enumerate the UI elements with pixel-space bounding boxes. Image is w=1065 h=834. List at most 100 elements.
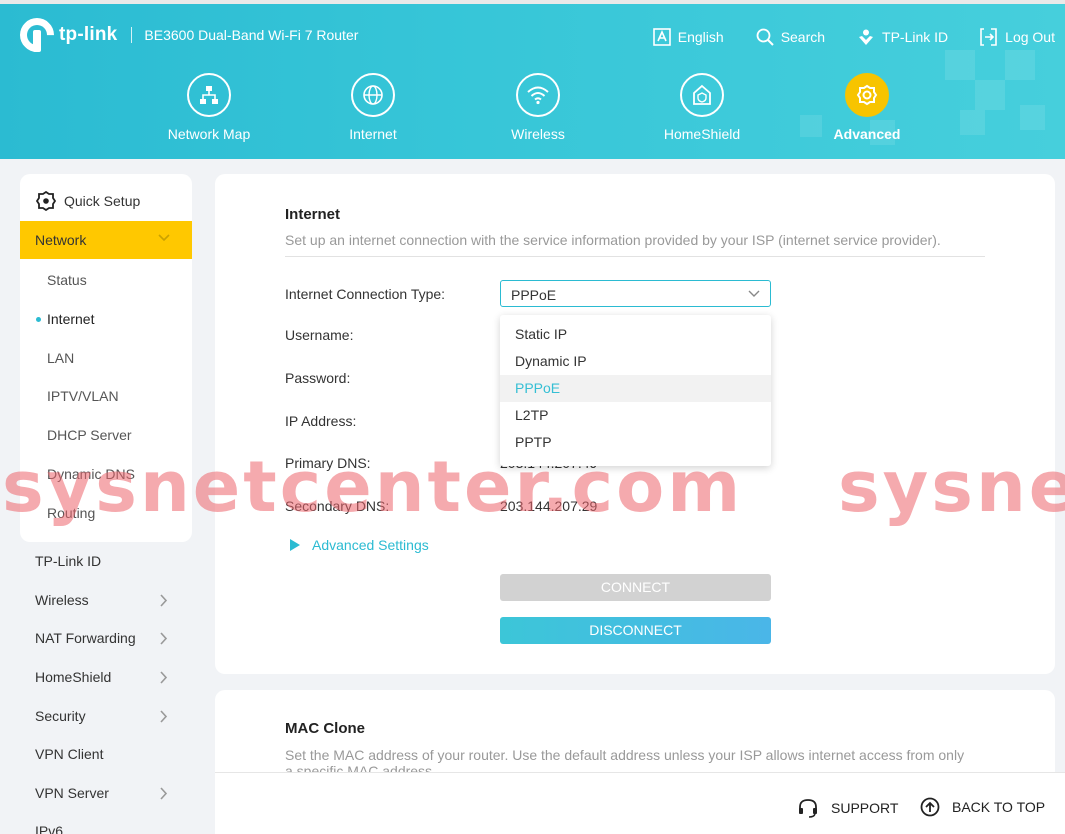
headset-icon <box>799 799 817 818</box>
nav-label-advanced: Advanced <box>833 126 901 142</box>
option-pppoe[interactable]: PPPoE <box>500 375 771 402</box>
sidebar-item-ipv6[interactable]: IPv6 <box>20 812 192 834</box>
sidebar-label-dynamic-dns: Dynamic DNS <box>47 466 135 482</box>
arrow-up-circle-icon <box>920 797 940 817</box>
sidebar-item-vpn-server[interactable]: VPN Server <box>20 774 192 812</box>
language-icon <box>652 28 671 46</box>
section-title-internet: Internet <box>285 206 341 223</box>
sidebar-item-network[interactable]: Network <box>20 221 192 259</box>
logout-icon <box>980 28 997 46</box>
sidebar-label-ipv6: IPv6 <box>35 823 64 834</box>
sidebar-item-iptv-vlan[interactable]: IPTV/VLAN <box>20 377 192 415</box>
primary-dns-label: Primary DNS: <box>285 455 371 471</box>
back-to-top-label: BACK TO TOP <box>952 799 1046 815</box>
top-border <box>0 0 1065 4</box>
sidebar-label-tplink-id: TP-Link ID <box>35 553 102 569</box>
connection-type-select[interactable]: PPPoE <box>500 280 771 307</box>
sidebar-label-quick-setup: Quick Setup <box>64 193 141 209</box>
sidebar-label-vpn-client: VPN Client <box>35 746 104 762</box>
sidebar-label-security: Security <box>35 708 86 724</box>
sidebar-label-network: Network <box>35 232 87 248</box>
chevron-right-icon <box>160 671 168 684</box>
expand-triangle-icon <box>290 539 300 551</box>
sidebar-label-status: Status <box>47 272 87 288</box>
header-bar: tp-link BE3600 Dual-Band Wi-Fi 7 Router … <box>0 0 1065 159</box>
option-dynamic-ip[interactable]: Dynamic IP <box>500 348 771 375</box>
ip-address-label: IP Address: <box>285 413 357 429</box>
sidebar-item-vpn-client[interactable]: VPN Client <box>20 735 192 773</box>
brand-name: tp-link <box>59 24 118 45</box>
username-label: Username: <box>285 327 354 343</box>
nav-label-network-map: Network Map <box>167 126 251 142</box>
wifi-icon <box>527 86 549 105</box>
chevron-down-icon <box>158 234 170 242</box>
nav-internet[interactable]: Internet <box>313 73 433 142</box>
sidebar-item-homeshield[interactable]: HomeShield <box>20 658 192 696</box>
gear-icon <box>856 84 878 106</box>
sidebar-item-dhcp-server[interactable]: DHCP Server <box>20 416 192 454</box>
sidebar-label-routing: Routing <box>47 505 96 521</box>
advanced-settings-toggle[interactable]: Advanced Settings <box>290 537 429 553</box>
active-indicator-dot <box>36 317 41 322</box>
tplink-logo[interactable]: tp-link BE3600 Dual-Band Wi-Fi 7 Router <box>12 10 359 60</box>
sidebar-item-wireless[interactable]: Wireless <box>20 581 192 619</box>
secondary-dns-label: Secondary DNS: <box>285 498 390 514</box>
connection-type-dropdown: Static IP Dynamic IP PPPoE L2TP PPTP <box>500 315 771 466</box>
secondary-dns-value: 203.144.207.29 <box>500 498 598 514</box>
connection-type-label: Internet Connection Type: <box>285 286 446 302</box>
option-l2tp[interactable]: L2TP <box>500 402 771 429</box>
nav-label-homeshield: HomeShield <box>663 126 741 142</box>
section-divider <box>285 256 985 257</box>
sidebar-label-internet: Internet <box>47 311 95 327</box>
password-label: Password: <box>285 370 351 386</box>
support-link[interactable]: SUPPORT <box>797 797 898 819</box>
advanced-settings-label: Advanced Settings <box>312 537 429 553</box>
nav-label-wireless: Wireless <box>511 126 565 142</box>
disconnect-button[interactable]: DISCONNECT <box>500 617 771 644</box>
sidebar-item-nat-forwarding[interactable]: NAT Forwarding <box>20 619 192 657</box>
sidebar-item-security[interactable]: Security <box>20 697 192 735</box>
sidebar-item-lan[interactable]: LAN <box>20 339 192 377</box>
model-name: BE3600 Dual-Band Wi-Fi 7 Router <box>144 27 359 43</box>
tplink-id-icon <box>859 29 874 45</box>
network-map-icon <box>200 86 218 104</box>
homeshield-icon <box>693 84 711 105</box>
option-static-ip[interactable]: Static IP <box>500 321 771 348</box>
back-to-top-link[interactable]: BACK TO TOP <box>920 797 1045 817</box>
connection-type-value: PPPoE <box>511 287 557 303</box>
globe-icon <box>363 85 383 105</box>
quick-setup-icon <box>36 191 56 211</box>
tplink-logo-icon <box>12 10 62 60</box>
tplink-id-label: TP-Link ID <box>882 29 949 45</box>
chevron-right-icon <box>160 594 168 607</box>
nav-advanced[interactable]: Advanced <box>807 73 927 142</box>
language-link[interactable]: English <box>652 28 724 46</box>
sidebar-item-status[interactable]: Status <box>20 261 192 299</box>
sidebar-item-internet[interactable]: Internet <box>20 300 192 338</box>
tplink-id-link[interactable]: TP-Link ID <box>857 28 948 46</box>
sidebar-item-tplink-id[interactable]: TP-Link ID <box>20 542 192 580</box>
nav-network-map[interactable]: Network Map <box>149 73 269 142</box>
chevron-down-icon <box>748 290 760 297</box>
sidebar-item-dynamic-dns[interactable]: Dynamic DNS <box>20 455 192 493</box>
section-title-mac-clone: MAC Clone <box>285 720 365 737</box>
support-label: SUPPORT <box>831 800 899 816</box>
search-label: Search <box>780 29 826 45</box>
logout-link[interactable]: Log Out <box>980 28 1055 46</box>
search-icon <box>756 28 774 46</box>
sidebar-label-nat-forwarding: NAT Forwarding <box>35 630 136 646</box>
option-pptp[interactable]: PPTP <box>500 429 771 456</box>
connect-button[interactable]: CONNECT <box>500 574 771 601</box>
sidebar-item-quick-setup[interactable]: Quick Setup <box>20 182 192 220</box>
section-description-internet: Set up an internet connection with the s… <box>285 232 941 248</box>
sidebar-label-wireless: Wireless <box>35 592 89 608</box>
nav-homeshield[interactable]: HomeShield <box>642 73 762 142</box>
sidebar-item-routing[interactable]: Routing <box>20 494 192 532</box>
search-link[interactable]: Search <box>756 28 825 46</box>
footer-bar: SUPPORT BACK TO TOP <box>215 772 1065 834</box>
chevron-right-icon <box>160 787 168 800</box>
language-label: English <box>677 29 724 45</box>
nav-label-internet: Internet <box>349 126 397 142</box>
nav-wireless[interactable]: Wireless <box>478 73 598 142</box>
sidebar-label-homeshield: HomeShield <box>35 669 112 685</box>
